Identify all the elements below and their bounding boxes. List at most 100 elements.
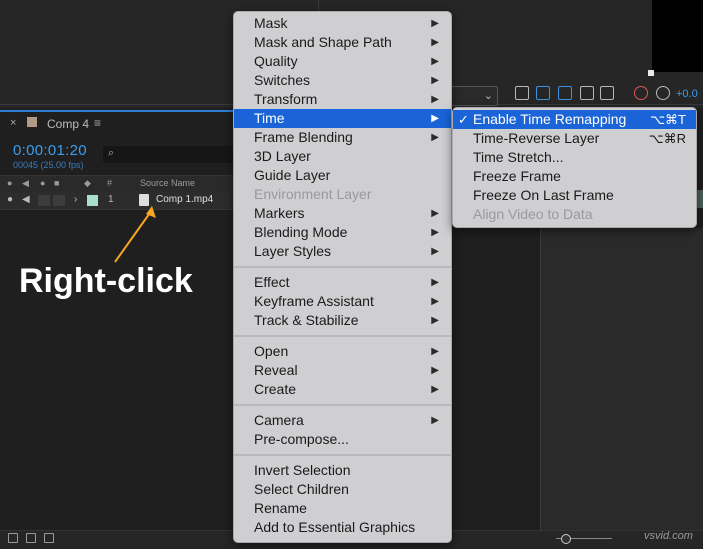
submenu-arrow-icon: ▶ [431,384,439,395]
menu-item-reveal[interactable]: Reveal ▶ [234,361,451,380]
annotation-arrow-icon [114,206,156,263]
menu-item-camera[interactable]: Camera ▶ [234,411,451,430]
menu-item-label: Open [254,343,289,359]
solo-toggle[interactable] [38,195,50,206]
menu-item-switches[interactable]: Switches ▶ [234,71,451,90]
menu-separator [234,335,451,337]
menu-item-keyframe-assistant[interactable]: Keyframe Assistant ▶ [234,292,451,311]
menu-item-label: Guide Layer [254,167,331,183]
submenu-arrow-icon: ▶ [431,56,439,67]
watermark: vsvid.com [644,530,693,542]
layer-search-input[interactable]: ⌕ [103,146,233,163]
layer-number-header: # [107,178,113,188]
lock-icon[interactable]: ■ [54,178,59,188]
layer-duration-bar[interactable] [696,190,703,208]
menu-item-label: Layer Styles [254,243,332,259]
submenu-item-freeze-on-last-frame[interactable]: Freeze On Last Frame [453,186,696,205]
menu-item-pre-compose[interactable]: Pre-compose... [234,430,451,449]
exposure-reset-icon[interactable] [656,86,670,100]
submenu-arrow-icon: ▶ [431,227,439,238]
menu-item-label: Reveal [254,362,298,378]
menu-item-mask[interactable]: Mask ▶ [234,14,451,33]
submenu-arrow-icon: ▶ [431,246,439,257]
menu-item-create[interactable]: Create ▶ [234,380,451,399]
grid-icon[interactable] [536,86,550,100]
menu-item-mask-and-shape-path[interactable]: Mask and Shape Path ▶ [234,33,451,52]
panel-menu-icon[interactable]: ≡ [94,116,101,130]
region-icon[interactable] [580,86,594,100]
keyboard-shortcut: ⌥⌘R [648,131,686,146]
color-channels-icon[interactable] [634,86,648,100]
layer-context-menu: Mask ▶ Mask and Shape Path ▶ Quality ▶ Switche… [233,11,452,543]
menu-item-layer-styles[interactable]: Layer Styles ▶ [234,242,451,261]
snapshot-icon[interactable] [515,86,529,100]
submenu-arrow-icon: ▶ [431,208,439,219]
close-icon[interactable]: × [10,117,16,129]
menu-item-markers[interactable]: Markers ▶ [234,204,451,223]
submenu-item-time-stretch[interactable]: Time Stretch... [453,148,696,167]
menu-item-label: Effect [254,274,290,290]
submenu-item-label: Align Video to Data [473,206,593,222]
menu-item-label: Pre-compose... [254,431,349,447]
viewer-handle[interactable] [648,70,654,76]
menu-item-track-and-stabilize[interactable]: Track & Stabilize ▶ [234,311,451,330]
menu-item-select-children[interactable]: Select Children [234,480,451,499]
mask-visibility-icon[interactable] [558,86,572,100]
submenu-arrow-icon: ▶ [431,415,439,426]
tab-comp-4[interactable]: Comp 4 [47,117,89,131]
menu-item-blending-mode[interactable]: Blending Mode ▶ [234,223,451,242]
source-name-header[interactable]: Source Name [140,178,195,188]
menu-separator [234,404,451,406]
submenu-arrow-icon: ▶ [431,75,439,86]
submenu-item-label: Time-Reverse Layer [473,130,600,146]
menu-item-quality[interactable]: Quality ▶ [234,52,451,71]
lock-toggle[interactable] [53,195,65,206]
menu-item-time[interactable]: Time ▶ [234,109,451,128]
menu-item-rename[interactable]: Rename [234,499,451,518]
audio-icon[interactable]: ◀ [22,178,29,189]
menu-item-3d-layer[interactable]: 3D Layer [234,147,451,166]
submenu-item-label: Freeze On Last Frame [473,187,614,203]
menu-item-label: Frame Blending [254,129,353,145]
time-submenu: ✓ Enable Time Remapping ⌥⌘T Time-Reverse La… [452,107,697,228]
label-tag-icon[interactable]: ◆ [84,178,91,189]
composition-viewer[interactable] [652,0,703,72]
visibility-eye-icon[interactable]: ● [7,194,13,205]
keyboard-shortcut: ⌥⌘T [650,112,686,127]
exposure-value[interactable]: +0.0 [676,88,698,100]
menu-item-guide-layer[interactable]: Guide Layer [234,166,451,185]
menu-item-label: Quality [254,53,298,69]
submenu-item-time-reverse-layer[interactable]: Time-Reverse Layer ⌥⌘R [453,129,696,148]
menu-item-add-to-essential-graphics[interactable]: Add to Essential Graphics [234,518,451,537]
active-panel-highlight [0,110,233,112]
submenu-arrow-icon: ▶ [431,132,439,143]
submenu-item-label: Time Stretch... [473,149,564,165]
toggle-modes-icon[interactable] [26,533,36,543]
menu-item-label: Create [254,381,297,397]
menu-item-open[interactable]: Open ▶ [234,342,451,361]
submenu-item-freeze-frame[interactable]: Freeze Frame [453,167,696,186]
menu-item-frame-blending[interactable]: Frame Blending ▶ [234,128,451,147]
menu-item-transform[interactable]: Transform ▶ [234,90,451,109]
layer-label-color[interactable] [87,195,98,206]
expand-chevron-icon[interactable]: › [74,194,77,205]
submenu-arrow-icon: ▶ [431,277,439,288]
toggle-switches-icon[interactable] [8,533,18,543]
menu-item-label: Add to Essential Graphics [254,519,416,535]
transparency-grid-icon[interactable] [600,86,614,100]
submenu-item-enable-time-remapping[interactable]: ✓ Enable Time Remapping ⌥⌘T [453,110,696,129]
audio-toggle-icon[interactable]: ◀ [22,194,30,205]
menu-item-label: Camera [254,412,304,428]
timeline-graph-area[interactable] [540,228,703,533]
submenu-item-label: Freeze Frame [473,168,561,184]
eye-icon[interactable]: ● [7,178,12,188]
menu-separator [234,454,451,456]
menu-item-effect[interactable]: Effect ▶ [234,273,451,292]
zoom-slider-handle[interactable] [561,534,571,544]
menu-item-invert-selection[interactable]: Invert Selection [234,461,451,480]
current-time-display[interactable]: 0:00:01:20 [13,142,87,159]
menu-item-label: 3D Layer [254,148,311,164]
toggle-duration-icon[interactable] [44,533,54,543]
submenu-arrow-icon: ▶ [431,315,439,326]
solo-icon[interactable]: ● [40,178,45,188]
